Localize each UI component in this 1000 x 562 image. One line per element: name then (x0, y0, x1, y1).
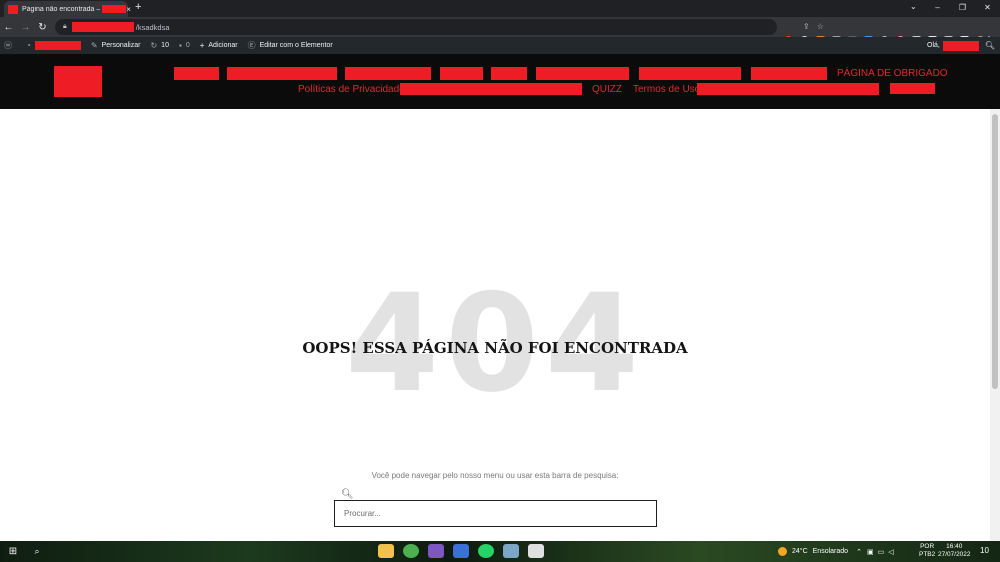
add-new-label: Adicionar (208, 42, 238, 49)
whatsapp-icon[interactable] (478, 544, 494, 558)
tab-title: Página não encontrada – (22, 5, 101, 13)
menu-item-redacted[interactable] (227, 67, 337, 80)
plus-icon: + (199, 41, 205, 50)
add-new-item[interactable]: + Adicionar (200, 41, 238, 50)
reload-icon[interactable]: ↻ (34, 22, 51, 33)
menu-item-privacy[interactable]: Políticas de Privacidade (298, 84, 405, 95)
scrollbar-thumb[interactable] (992, 114, 998, 389)
tray-app-icon[interactable]: ▣ (867, 548, 874, 556)
url-domain-redacted (71, 22, 134, 32)
windows-start-icon[interactable]: ⊞ (0, 546, 26, 557)
url-path: /ksadkdsa (135, 22, 170, 32)
browser-tab-strip: Página não encontrada – × + ⌄ – ❐ ✕ (0, 0, 1000, 17)
notion-icon[interactable] (528, 544, 544, 558)
menu-item-redacted[interactable] (697, 83, 879, 95)
network-icon[interactable]: ▭ (878, 548, 885, 556)
site-name-item[interactable]: ◔ (26, 41, 81, 50)
app-icon[interactable] (453, 544, 469, 558)
bookmark-star-icon[interactable]: ☆ (817, 19, 824, 35)
tab-search-icon[interactable]: ⌄ (910, 2, 917, 11)
taskbar-clock[interactable]: 16:40 27/07/2022 (938, 543, 971, 559)
wp-admin-bar: ⓦ ◔ ✎ Personalizar ↻ 10 ▪ 0 + Adicionar … (0, 37, 1000, 54)
comments-item[interactable]: ▪ 0 (179, 41, 190, 50)
main-content: 404 OOPS! ESSA PÁGINA NÃO FOI ENCONTRADA… (0, 109, 990, 541)
close-window-button[interactable]: ✕ (975, 0, 1000, 17)
elementor-edit-item[interactable]: Ⓔ Editar com o Elementor (248, 40, 333, 51)
menu-item-redacted[interactable] (440, 67, 483, 80)
site-header: PÁGINA DE OBRIGADO Políticas de Privacid… (0, 54, 1000, 109)
error-heading: OOPS! ESSA PÁGINA NÃO FOI ENCONTRADA (302, 339, 688, 357)
menu-item-redacted[interactable] (890, 83, 935, 94)
tab-close-icon[interactable]: × (126, 5, 131, 14)
window-controls: – ❐ ✕ (925, 0, 1000, 17)
brush-icon: ✎ (90, 41, 98, 50)
comment-icon: ▪ (178, 41, 182, 50)
wordpress-icon: ⓦ (4, 41, 12, 50)
tab-title-redacted (102, 5, 127, 13)
taskbar-apps (378, 544, 544, 558)
site-logo-redacted[interactable] (54, 66, 102, 97)
comments-count: 0 (185, 42, 190, 49)
menu-item-terms[interactable]: Termos de Uso (633, 84, 700, 95)
updates-item[interactable]: ↻ 10 (150, 41, 169, 50)
windows-taskbar: ⊞ ⌕ 24°C Ensolarado ⌃ ▣ ▭ ◁ POR PTB2 16:… (0, 541, 1000, 562)
menu-item-redacted[interactable] (174, 67, 219, 80)
restore-button[interactable]: ❐ (950, 0, 975, 17)
taskbar-search-icon[interactable]: ⌕ (26, 546, 48, 557)
my-account-item[interactable]: Olá, 🔍︎ (927, 37, 1000, 54)
tab-favicon (8, 4, 18, 14)
address-bar[interactable]: 🔒︎ /ksadkdsa ⇪ ☆ (55, 19, 824, 35)
weather-condition[interactable]: Ensolarado (813, 548, 848, 555)
admin-search-icon[interactable]: 🔍︎ (985, 41, 995, 50)
customize-item[interactable]: ✎ Personalizar (91, 41, 141, 50)
page-scrollbar[interactable] (990, 109, 1000, 541)
clock-time: 16:40 (946, 543, 963, 550)
weather-temperature[interactable]: 24°C (792, 548, 808, 555)
customize-label: Personalizar (101, 42, 141, 49)
menu-item-redacted[interactable] (345, 67, 431, 80)
browser-toolbar: ← → ↻ 🔒︎ /ksadkdsa ⇪ ☆ ⋮ (0, 17, 1000, 46)
browser-tab[interactable]: Página não encontrada – × (4, 1, 131, 17)
elementor-edit-label: Editar com o Elementor (259, 42, 333, 49)
volume-icon[interactable]: ◁ (888, 548, 893, 556)
forward-icon[interactable]: → (17, 22, 34, 33)
weather-sun-icon[interactable] (778, 547, 787, 556)
lang-line2: PTB2 (919, 551, 936, 558)
menu-item-redacted[interactable] (639, 67, 741, 80)
elementor-icon: Ⓔ (247, 41, 256, 50)
site-name-redacted (34, 41, 81, 50)
search-hint-text: Você pode navegar pelo nosso menu ou usa… (371, 471, 619, 480)
updates-icon: ↻ (150, 41, 158, 50)
menu-item-redacted[interactable] (491, 67, 527, 80)
user-name-redacted (942, 40, 979, 51)
search-icon[interactable]: 🔍︎ (341, 489, 354, 500)
greeting-label: Olá, (927, 42, 940, 49)
minimize-button[interactable]: – (925, 0, 950, 17)
menu-item-redacted[interactable] (751, 67, 827, 80)
back-icon[interactable]: ← (0, 22, 17, 33)
file-explorer-icon[interactable] (378, 544, 394, 558)
menu-item-redacted[interactable] (536, 67, 629, 80)
menu-item-redacted[interactable] (400, 83, 582, 95)
new-tab-button[interactable]: + (135, 1, 141, 13)
lock-icon[interactable]: 🔒︎ (63, 23, 67, 31)
app-icon[interactable] (428, 544, 444, 558)
updates-count: 10 (161, 42, 169, 49)
chrome-icon[interactable] (403, 544, 419, 558)
notifications-icon[interactable]: 10 (980, 546, 989, 555)
wp-logo-item[interactable]: ⓦ (4, 40, 16, 51)
search-input[interactable] (334, 500, 657, 527)
app-icon[interactable] (503, 544, 519, 558)
system-tray: 24°C Ensolarado ⌃ ▣ ▭ ◁ (778, 541, 894, 562)
menu-item-quiz[interactable]: QUIZZ (592, 84, 622, 95)
clock-date: 27/07/2022 (938, 551, 971, 558)
keyboard-language[interactable]: POR PTB2 (919, 543, 935, 559)
share-icon[interactable]: ⇪ (803, 19, 810, 35)
lang-line1: POR (920, 543, 935, 550)
menu-item-thank-you[interactable]: PÁGINA DE OBRIGADO (837, 68, 948, 79)
tray-chevron-icon[interactable]: ⌃ (856, 548, 862, 556)
dashboard-icon: ◔ (26, 41, 31, 50)
